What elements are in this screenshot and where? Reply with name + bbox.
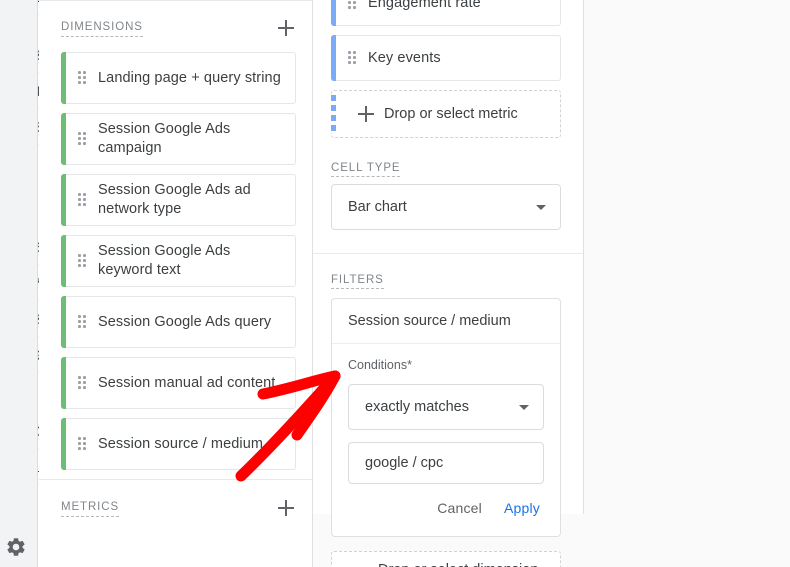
- dimension-accent-bar: [61, 52, 66, 104]
- panel-divider-top: [39, 0, 312, 1]
- metric-chip-label: Key events: [368, 49, 441, 66]
- dimension-chip[interactable]: Landing page + query string: [61, 52, 296, 104]
- cancel-button[interactable]: Cancel: [437, 500, 482, 516]
- cell-type-value: Bar chart: [348, 199, 407, 215]
- dimension-chip[interactable]: Session Google Ads query: [61, 296, 296, 348]
- add-metric-button[interactable]: [274, 496, 298, 520]
- filter-actions: Cancel Apply: [348, 484, 544, 526]
- dimension-accent-bar: [61, 174, 66, 226]
- chevron-down-icon: [519, 405, 529, 410]
- dimension-chip-label: Session manual ad content: [98, 374, 276, 391]
- drop-or-select-metric[interactable]: Drop or select metric: [331, 90, 561, 138]
- dimension-chip-label: Landing page + query string: [98, 69, 281, 86]
- drag-handle-icon[interactable]: [78, 254, 86, 268]
- match-type-select[interactable]: exactly matches: [348, 384, 544, 430]
- drag-handle-icon[interactable]: [348, 0, 356, 10]
- filters-label: FILTERS: [331, 274, 384, 289]
- cell-type-select[interactable]: Bar chart: [331, 184, 561, 230]
- drop-or-select-dimension-or-metric[interactable]: Drop or select dimension or metric: [331, 551, 561, 567]
- filter-value-input[interactable]: google / cpc: [348, 442, 544, 484]
- dimension-chip[interactable]: Session Google Ads keyword text: [61, 235, 296, 287]
- metrics-title: METRICS: [61, 500, 120, 517]
- drop-dimension-metric-label: Drop or select dimension or metric: [378, 561, 550, 567]
- add-dimension-button[interactable]: [274, 16, 298, 40]
- chevron-down-icon: [536, 205, 546, 210]
- dimension-chip-label: Session Google Ads query: [98, 313, 272, 330]
- dimension-accent-bar: [61, 113, 66, 165]
- conditions-label: Conditions*: [348, 358, 412, 372]
- drag-handle-icon[interactable]: [78, 193, 86, 207]
- metric-accent-bar: [331, 35, 336, 81]
- metric-accent-bar: [331, 0, 336, 26]
- plus-icon: [358, 106, 374, 122]
- drag-handle-icon[interactable]: [78, 376, 86, 390]
- metrics-section-header: METRICS: [39, 496, 312, 520]
- left-icon-rail: [0, 0, 38, 567]
- drag-handle-icon[interactable]: [78, 71, 86, 85]
- dimension-chip-list: Landing page + query string Session Googl…: [39, 52, 312, 470]
- metric-chip[interactable]: Key events: [331, 35, 561, 81]
- metric-accent-bar: [331, 95, 336, 133]
- filter-value-text: google / cpc: [365, 455, 444, 471]
- dimension-accent-bar: [61, 357, 66, 409]
- cell-type-label: CELL TYPE: [331, 162, 401, 177]
- gear-icon[interactable]: [5, 536, 27, 558]
- dimension-chip-label: Session Google Ads ad network type: [98, 182, 251, 217]
- metric-chip-label: Engagement rate: [368, 0, 481, 11]
- panel-divider-metrics: [39, 479, 312, 480]
- metric-chip[interactable]: Engagement rate: [331, 0, 561, 26]
- dimension-chip[interactable]: Session manual ad content: [61, 357, 296, 409]
- drag-handle-icon[interactable]: [78, 315, 86, 329]
- dimension-accent-bar: [61, 235, 66, 287]
- dimension-accent-bar: [61, 296, 66, 348]
- drag-handle-icon[interactable]: [78, 132, 86, 146]
- config-panel: Engagement rate Key events Drop or select…: [313, 0, 584, 567]
- drop-metric-label: Drop or select metric: [384, 105, 518, 122]
- app-root: DIMENSIONS Landing page + query string Se…: [0, 0, 790, 567]
- apply-button[interactable]: Apply: [504, 500, 540, 516]
- dimensions-panel: DIMENSIONS Landing page + query string Se…: [39, 0, 313, 567]
- dimension-chip[interactable]: Session source / medium: [61, 418, 296, 470]
- metric-chip-list: Engagement rate Key events: [331, 0, 561, 81]
- dimension-chip[interactable]: Session Google Ads ad network type: [61, 174, 296, 226]
- filter-card: Session source / medium Conditions* exac…: [331, 298, 561, 537]
- dimension-chip-label: Session Google Ads campaign: [98, 121, 231, 156]
- dimension-chip-label: Session source / medium: [98, 435, 264, 452]
- dimension-chip-label: Session Google Ads keyword text: [98, 243, 231, 278]
- dimension-chip[interactable]: Session Google Ads campaign: [61, 113, 296, 165]
- dimensions-section-header: DIMENSIONS: [39, 16, 312, 40]
- dimension-accent-bar: [61, 418, 66, 470]
- drag-handle-icon[interactable]: [78, 437, 86, 451]
- match-type-value: exactly matches: [365, 399, 469, 415]
- drag-handle-icon[interactable]: [348, 51, 356, 65]
- filter-dimension-name[interactable]: Session source / medium: [332, 299, 560, 344]
- dimensions-title: DIMENSIONS: [61, 20, 143, 37]
